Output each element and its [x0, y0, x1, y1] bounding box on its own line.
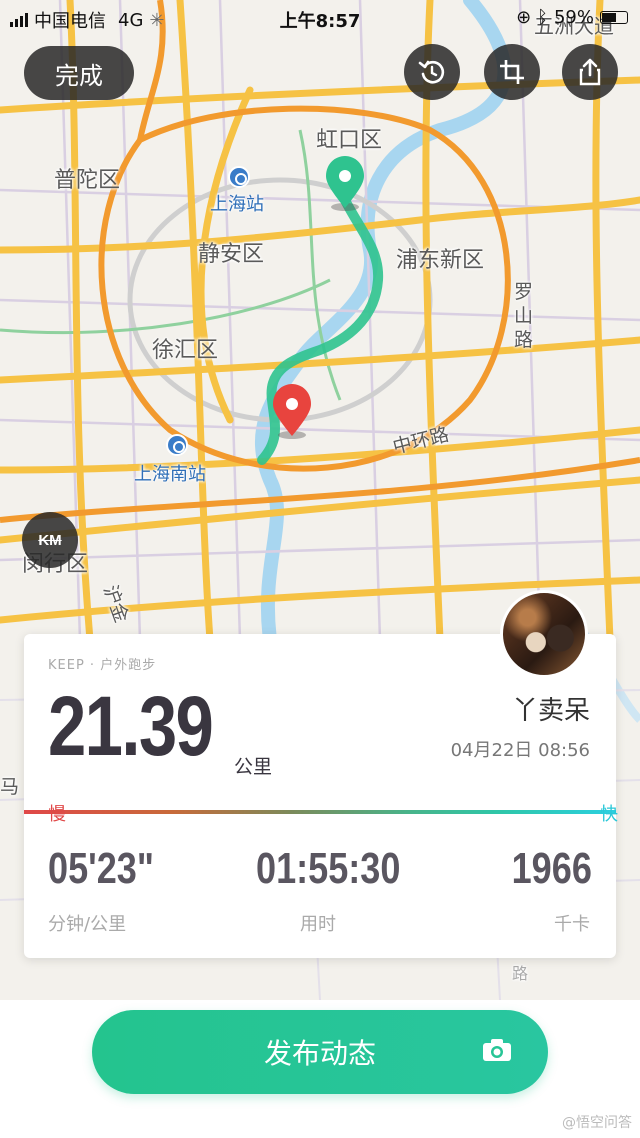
- train-station-icon: [228, 166, 250, 188]
- map-label-ma: 马: [0, 776, 20, 798]
- history-icon: [418, 60, 445, 84]
- map-label-lu: 路: [512, 964, 529, 983]
- publish-label: 发布动态: [263, 1037, 376, 1070]
- start-marker: [326, 156, 364, 211]
- crop-button[interactable]: [484, 44, 540, 100]
- crop-icon: [500, 60, 524, 84]
- map-label-shanghai-south: 上海南站: [134, 464, 206, 485]
- battery-icon: [600, 11, 628, 24]
- map-label-hongkou: 虹口区: [316, 128, 383, 153]
- distance-unit: 公里: [234, 756, 273, 778]
- watermark: @悟空问答: [562, 1115, 632, 1131]
- activity-source: KEEP · 户外跑步: [48, 658, 157, 673]
- map-label-xuhui: 徐汇区: [152, 338, 219, 363]
- pace-slow-label: 慢: [48, 804, 66, 825]
- publish-button[interactable]: 发布动态: [92, 1010, 548, 1094]
- bluetooth-icon: ᛒ: [537, 7, 548, 28]
- pace-unit-label: 分钟/公里: [48, 914, 127, 935]
- duration-label: 用时: [300, 914, 336, 935]
- share-icon: [579, 58, 601, 86]
- km-label: KM: [38, 531, 62, 549]
- pace-value: 05'23": [48, 844, 154, 893]
- avatar[interactable]: [500, 590, 588, 678]
- distance-value: 21.39: [48, 679, 214, 773]
- calories-value: 1966: [511, 844, 592, 893]
- duration-value: 01:55:30: [256, 844, 401, 893]
- activity-datetime: 04月22日 08:56: [450, 740, 590, 761]
- rotation-lock-icon: ⊕: [516, 7, 532, 28]
- camera-icon: [483, 1039, 511, 1061]
- pace-fast-label: 快: [600, 804, 618, 825]
- run-summary-card: KEEP · 户外跑步 21.39 公里 丫卖呆 04月22日 08:56 慢 …: [24, 634, 618, 958]
- username: 丫卖呆: [511, 696, 590, 726]
- battery-percent: 59%: [553, 7, 594, 28]
- status-bar: 中国电信 4G ✳ 上午8:57 ⊕ ᛒ 59%: [0, 0, 640, 36]
- calories-label: 千卡: [554, 914, 590, 935]
- done-button[interactable]: 完成: [24, 46, 134, 100]
- train-station-icon: [166, 434, 188, 456]
- map-label-luoshan: 罗山路: [514, 281, 534, 351]
- map-label-jingan: 静安区: [198, 242, 265, 267]
- km-toggle-button[interactable]: KM: [22, 512, 78, 568]
- map-label-shanghai-station: 上海站: [210, 194, 264, 215]
- history-button[interactable]: [404, 44, 460, 100]
- map-label-putuo: 普陀区: [54, 168, 121, 193]
- map-label-pudong: 浦东新区: [396, 248, 485, 273]
- pace-gradient-bar: [24, 810, 616, 814]
- share-button[interactable]: [562, 44, 618, 100]
